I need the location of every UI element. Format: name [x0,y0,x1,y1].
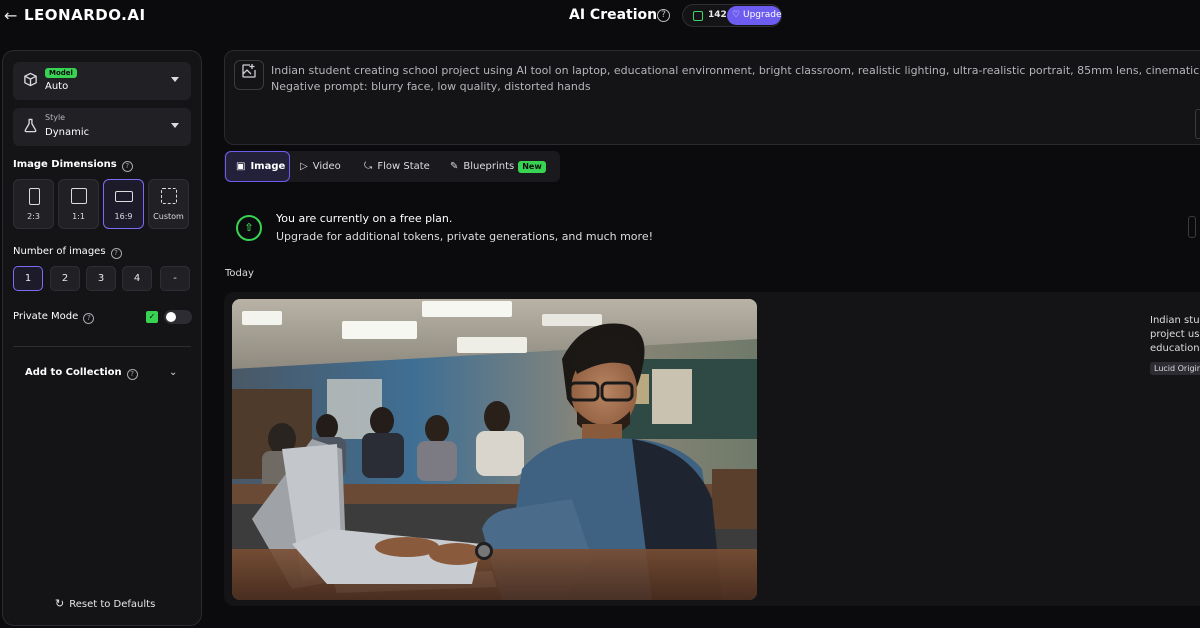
token-count: 142 [708,10,727,20]
top-bar: ← LEONARDO.AI AI Creation ? 142 ♡ Upgrad… [0,0,1200,34]
brand-logo[interactable]: LEONARDO.AI [24,6,146,24]
style-dropdown[interactable]: Style Dynamic [13,108,191,146]
page-title: AI Creation [569,7,658,23]
dimension-label: Custom [153,212,184,221]
model-dropdown[interactable]: Model Auto [13,62,191,100]
classroom-photo-illustration [232,299,757,600]
landscape-icon [115,191,133,202]
style-caption: Style [45,113,66,122]
prompt-excerpt-line: educationa [1150,343,1200,354]
reset-icon: ↻ [55,597,65,610]
chevron-down-icon [171,77,179,82]
diamond-icon: ♡ [732,10,741,20]
dimension-option-16-9[interactable]: 16:9 [103,179,144,229]
plan-message: You are currently on a free plan. [276,212,453,225]
prompt-excerpt-line: Indian stud [1150,315,1200,326]
plan-banner-action[interactable] [1188,216,1196,238]
image-count-4[interactable]: 4 [122,266,152,291]
dimension-label: 16:9 [114,212,133,221]
image-count-more[interactable]: - [160,266,190,291]
number-of-images-heading: Number of images? [13,246,122,259]
number-of-images-label: Number of images [13,246,106,257]
help-circle-icon[interactable]: ? [83,313,95,324]
custom-size-icon [161,188,177,204]
image-count-1[interactable]: 1 [13,266,43,291]
help-circle-icon[interactable]: ? [657,9,670,22]
back-arrow-icon[interactable]: ← [4,6,18,26]
flow-icon: ⤿ [364,161,373,172]
shield-icon: ✓ [146,311,158,323]
style-value: Dynamic [45,127,90,138]
tab-label: Video [312,161,341,172]
flask-icon [22,118,39,135]
blueprint-icon: ✎ [450,161,459,172]
model-tag: Lucid Origin [1150,362,1200,375]
image-dimensions-heading: Image Dimensions? [13,159,133,172]
generation-card: Indian stud project usi educationa Lucid… [224,292,1200,606]
video-icon: ▷ [300,161,308,172]
generation-prompt-excerpt[interactable]: Indian stud project usi educationa [1150,314,1200,356]
upgrade-chevrons-icon: ⇧ [236,215,262,241]
creation-tabs: ▣ Image ▷ Video ⤿ Flow State ✎ Blueprints New [224,151,560,182]
private-mode-heading: Private Mode? [13,311,95,324]
prompt-side-control[interactable] [1195,109,1200,139]
chevron-down-icon [171,123,179,128]
prompt-text[interactable]: Indian student creating school project u… [271,63,1200,95]
divider [13,346,191,347]
model-value: Auto [45,81,69,92]
reset-to-defaults-button[interactable]: ↻ Reset to Defaults [55,597,155,610]
reset-label: Reset to Defaults [69,599,156,610]
feed-date-label: Today [225,268,254,279]
tab-image[interactable]: ▣ Image [225,151,290,182]
tab-label: Flow State [377,161,430,172]
upgrade-label: Upgrade [743,10,782,20]
dimension-label: 2:3 [27,212,40,221]
help-circle-icon[interactable]: ? [126,369,138,380]
dimension-label: 1:1 [72,212,85,221]
plan-submessage: Upgrade for additional tokens, private g… [276,230,653,243]
toggle-knob [166,312,176,322]
prompt-line: Indian student creating school project u… [271,64,1200,77]
image-icon: ▣ [236,161,246,172]
token-icon [693,11,703,21]
negative-prompt-line: Negative prompt: blurry face, low qualit… [271,80,591,93]
dimension-option-2-3[interactable]: 2:3 [13,179,54,229]
upgrade-button[interactable]: ♡ Upgrade [727,6,781,25]
add-to-collection[interactable]: Add to Collection? [25,367,138,380]
help-circle-icon[interactable]: ? [121,161,133,172]
prompt-input-box[interactable]: Indian student creating school project u… [224,50,1200,145]
tab-flow-state[interactable]: ⤿ Flow State [364,151,444,182]
settings-sidebar: Model Auto Style Dynamic Image Dimension… [2,50,202,626]
image-count-2[interactable]: 2 [50,266,80,291]
tab-video[interactable]: ▷ Video [300,151,360,182]
tab-blueprints[interactable]: ✎ Blueprints New [450,151,560,182]
private-mode-label: Private Mode [13,311,79,322]
token-balance[interactable]: 142 ♡ Upgrade [682,4,782,27]
add-to-collection-label: Add to Collection [25,367,122,378]
tab-label: Image [250,161,286,172]
square-icon [71,188,87,204]
tab-label: Blueprints [463,161,515,172]
chevron-down-icon[interactable]: ⌄ [169,367,177,378]
model-caption-badge: Model [45,68,77,78]
image-dimensions-label: Image Dimensions [13,159,117,170]
generated-image[interactable] [232,299,757,600]
help-circle-icon[interactable]: ? [110,248,122,259]
add-image-icon[interactable] [234,60,264,90]
new-badge: New [518,161,546,173]
prompt-excerpt-line: project usi [1150,329,1200,340]
cube-icon [22,72,39,89]
dimension-option-custom[interactable]: Custom [148,179,189,229]
free-plan-banner: ⇧ You are currently on a free plan. Upgr… [224,200,1200,256]
portrait-icon [29,188,40,205]
dimension-option-1-1[interactable]: 1:1 [58,179,99,229]
private-mode-toggle[interactable] [164,310,192,324]
image-count-3[interactable]: 3 [86,266,116,291]
